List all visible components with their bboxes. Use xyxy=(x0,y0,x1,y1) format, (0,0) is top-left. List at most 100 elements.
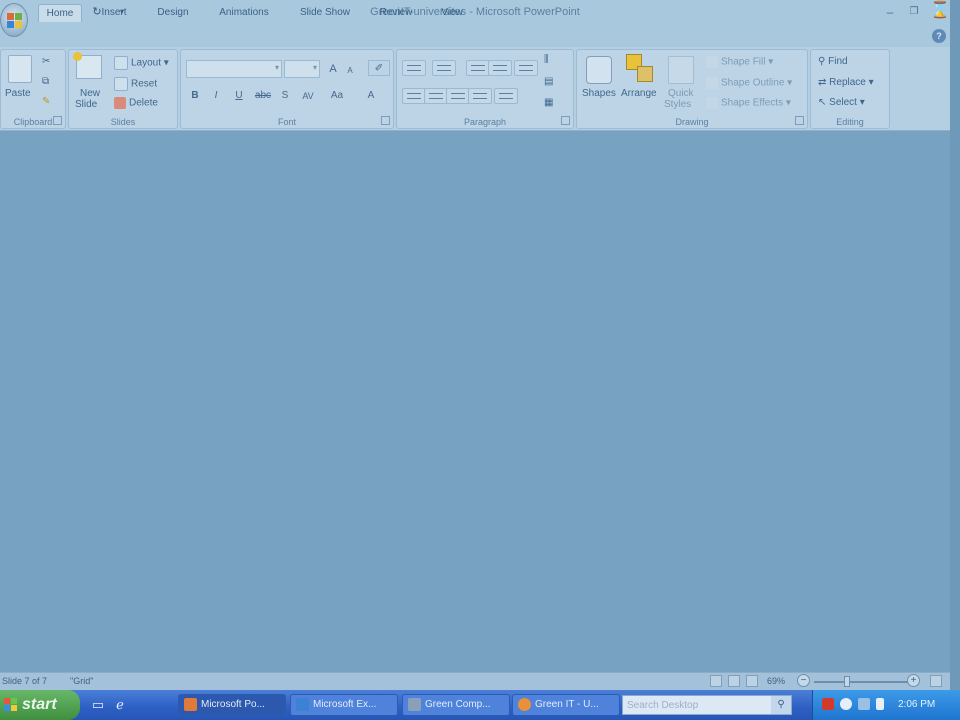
align-right-icon[interactable] xyxy=(446,88,470,104)
font-color-button[interactable]: A xyxy=(360,88,382,104)
shapes-button[interactable]: Shapes xyxy=(582,88,616,99)
underline-button[interactable]: U xyxy=(232,88,246,104)
select-button[interactable]: ↖ Select ▾ xyxy=(818,97,865,108)
shape-effects-button[interactable]: Shape Effects ▾ xyxy=(706,97,791,109)
new-slide-label-2[interactable]: Slide xyxy=(75,99,97,110)
firefox-icon xyxy=(518,698,531,711)
cut-icon[interactable]: ✂ xyxy=(42,56,50,67)
bullets-icon[interactable] xyxy=(402,60,426,76)
zoom-out-icon[interactable]: − xyxy=(797,674,810,687)
tab-animations[interactable]: Animations xyxy=(210,4,278,22)
smartart-icon[interactable]: ▦ xyxy=(544,97,553,108)
help-icon[interactable]: ? xyxy=(932,29,946,43)
change-case-button[interactable]: Aa xyxy=(326,88,348,104)
shapes-icon[interactable] xyxy=(586,56,612,84)
delete-button[interactable]: Delete xyxy=(114,97,158,109)
internet-explorer-icon[interactable]: ℯ xyxy=(112,697,128,713)
safely-remove-tray-icon[interactable] xyxy=(876,698,884,710)
font-name-combo[interactable] xyxy=(186,60,282,78)
quick-styles-label[interactable]: Quick xyxy=(668,88,694,99)
new-slide-icon[interactable] xyxy=(73,52,102,79)
tab-design[interactable]: Design xyxy=(148,4,198,22)
columns-icon[interactable] xyxy=(494,88,518,104)
slide-counter: Slide 7 of 7 xyxy=(2,676,48,686)
show-desktop-icon[interactable]: ▭ xyxy=(90,697,106,713)
task-firefox[interactable]: Green IT - U... xyxy=(512,694,620,716)
text-direction-icon[interactable]: ⫼ xyxy=(544,54,549,65)
tab-review[interactable]: Review xyxy=(372,4,420,22)
font-size-combo[interactable] xyxy=(284,60,320,78)
select-label: Select xyxy=(829,97,857,108)
format-painter-icon[interactable]: ✎ xyxy=(42,96,50,107)
tab-view[interactable]: View xyxy=(432,4,472,22)
start-button[interactable]: start xyxy=(0,690,80,720)
arrange-icon[interactable] xyxy=(626,54,654,84)
justify-icon[interactable] xyxy=(468,88,492,104)
delete-icon xyxy=(114,97,126,109)
copy-icon[interactable]: ⧉ xyxy=(42,76,49,87)
office-button[interactable] xyxy=(0,3,28,37)
fit-to-window-icon[interactable] xyxy=(930,675,942,687)
quick-styles-label-2[interactable]: Styles xyxy=(664,99,691,110)
line-spacing-icon[interactable] xyxy=(514,60,538,76)
quick-styles-icon[interactable] xyxy=(668,56,694,84)
italic-button[interactable]: I xyxy=(209,88,223,104)
normal-view-icon[interactable] xyxy=(710,675,722,687)
slide-workspace[interactable] xyxy=(0,131,950,672)
align-left-icon[interactable] xyxy=(402,88,426,104)
tab-slide-show[interactable]: Slide Show xyxy=(290,4,360,22)
slides-group-label: Slides xyxy=(110,117,136,127)
strikethrough-button[interactable]: abc xyxy=(252,88,274,104)
reset-button[interactable]: Reset xyxy=(114,77,157,91)
desktop-search-input[interactable]: Search Desktop ⚲ xyxy=(622,695,792,715)
slide-show-view-icon[interactable] xyxy=(746,675,758,687)
tab-insert[interactable]: Insert xyxy=(92,4,136,22)
task-powerpoint[interactable]: Microsoft Po... xyxy=(178,694,286,716)
find-label: Find xyxy=(828,56,848,67)
paste-button[interactable]: Paste xyxy=(5,88,31,99)
network-tray-icon[interactable] xyxy=(840,698,852,710)
character-spacing-button[interactable]: AV xyxy=(298,88,318,104)
ati-tray-icon[interactable] xyxy=(822,698,834,710)
shape-outline-button[interactable]: Shape Outline ▾ xyxy=(706,77,792,89)
zoom-slider-track[interactable] xyxy=(814,681,908,683)
clipboard-launcher-icon[interactable] xyxy=(53,116,62,125)
zoom-in-icon[interactable]: + xyxy=(907,674,920,687)
increase-indent-icon[interactable] xyxy=(488,60,512,76)
paragraph-group-label: Paragraph xyxy=(463,117,507,127)
restore-icon[interactable]: ❐ xyxy=(904,4,924,20)
decrease-indent-icon[interactable] xyxy=(466,60,490,76)
replace-button[interactable]: ⇄ Replace ▾ xyxy=(818,77,874,88)
zoom-slider-thumb[interactable] xyxy=(843,676,850,687)
paste-icon[interactable] xyxy=(8,55,32,83)
ribbon-tabs xyxy=(0,26,950,48)
select-icon: ↖ xyxy=(818,97,827,108)
align-text-icon[interactable]: ▤ xyxy=(544,76,553,87)
search-icon[interactable]: ⚲ xyxy=(771,696,791,714)
arrange-button[interactable]: Arrange xyxy=(621,88,657,99)
text-shadow-button[interactable]: S xyxy=(278,88,292,104)
task-green-comp[interactable]: Green Comp... xyxy=(402,694,510,716)
zoom-level[interactable]: 69% xyxy=(767,676,785,686)
clear-formatting-icon[interactable]: ✐ xyxy=(368,60,390,76)
find-button[interactable]: ⚲ Find xyxy=(818,56,848,67)
bold-button[interactable]: B xyxy=(188,88,202,104)
font-launcher-icon[interactable] xyxy=(381,116,390,125)
paragraph-launcher-icon[interactable] xyxy=(561,116,570,125)
minimize-icon[interactable]: – xyxy=(880,4,900,20)
tab-home[interactable]: Home xyxy=(38,4,82,22)
new-slide-label[interactable]: New xyxy=(80,88,100,99)
clock[interactable]: 2:06 PM xyxy=(898,699,935,710)
shrink-font-button[interactable]: A xyxy=(344,63,356,79)
grow-font-button[interactable]: A xyxy=(326,61,340,77)
drawing-launcher-icon[interactable] xyxy=(795,116,804,125)
shape-effects-label: Shape Effects xyxy=(721,97,784,109)
shape-fill-button[interactable]: Shape Fill ▾ xyxy=(706,56,773,68)
slide-sorter-icon[interactable] xyxy=(728,675,740,687)
numbering-icon[interactable] xyxy=(432,60,456,76)
align-center-icon[interactable] xyxy=(424,88,448,104)
window-title: GreenIT-universites - Microsoft PowerPoi… xyxy=(370,6,580,18)
task-explorer[interactable]: Microsoft Ex... xyxy=(290,694,398,716)
volume-tray-icon[interactable] xyxy=(858,698,870,710)
layout-button[interactable]: Layout ▾ xyxy=(114,56,169,70)
